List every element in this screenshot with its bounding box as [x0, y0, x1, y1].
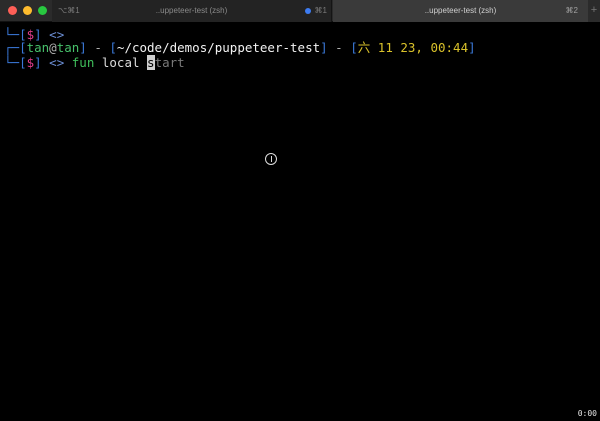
prompt-symbol: $	[26, 55, 35, 70]
tab-1[interactable]: ⌥⌘1 ..uppeteer-test (zsh) ⌘1	[52, 0, 332, 22]
terminal-area[interactable]: └─[$] <> ┌─[tan@tan] - [~/code/demos/pup…	[0, 22, 600, 421]
zoom-window-button[interactable]	[38, 6, 47, 15]
prompt-date: 六 11 23, 00:44	[357, 40, 469, 55]
autosuggestion: tart	[154, 55, 185, 70]
prompt-at: @	[49, 40, 57, 55]
prompt-arrows: <>	[41, 55, 72, 70]
prompt-prefix: └─	[4, 55, 20, 70]
activity-dot-icon	[305, 8, 311, 14]
tab-2[interactable]: ..uppeteer-test (zsh) ⌘2	[333, 0, 588, 22]
typed-command: fun	[71, 55, 95, 70]
close-window-button[interactable]	[8, 6, 17, 15]
prompt-separator: -	[327, 40, 351, 55]
minimize-window-button[interactable]	[23, 6, 32, 15]
prompt-input-line[interactable]: └─[$] <> fun local start	[4, 54, 185, 71]
prompt-path: ~/code/demos/puppeteer-test	[116, 40, 321, 55]
tab-2-shortcut: ⌘2	[565, 6, 578, 15]
text-cursor: s	[147, 55, 155, 70]
tab-1-shortcut: ⌘1	[314, 6, 327, 15]
mouse-pointer-icon	[265, 153, 277, 165]
prompt-user: tan	[26, 40, 50, 55]
tab-1-title: ..uppeteer-test (zsh)	[155, 6, 228, 15]
tab-2-title: ..uppeteer-test (zsh)	[424, 6, 497, 15]
title-bar: ⌥⌘1 ..uppeteer-test (zsh) ⌘1 ..uppeteer-…	[0, 0, 600, 22]
recording-timer: 0:00	[577, 409, 597, 418]
typed-argument: local	[94, 55, 148, 70]
prompt-separator: -	[86, 40, 110, 55]
prompt-prefix: ┌─	[4, 40, 20, 55]
prompt-host: tan	[56, 40, 80, 55]
new-tab-button[interactable]: +	[588, 0, 600, 22]
